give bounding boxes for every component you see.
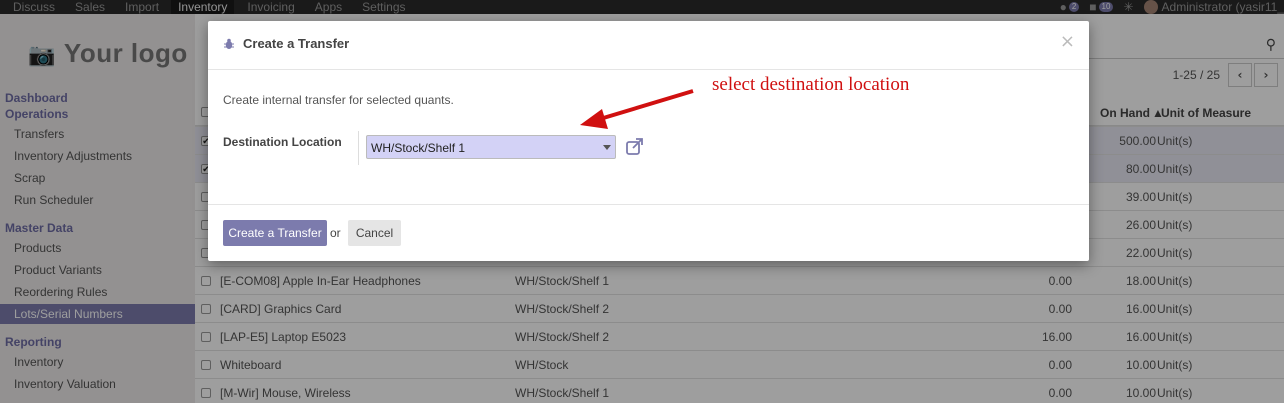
create-transfer-button[interactable]: Create a Transfer	[223, 220, 327, 246]
dialog-header: Create a Transfer ×	[208, 21, 1089, 70]
dialog-footer-divider	[208, 204, 1089, 205]
or-text: or	[330, 226, 341, 240]
destination-location-value: WH/Stock/Shelf 1	[371, 141, 466, 155]
field-divider	[358, 131, 359, 165]
bug-icon	[224, 38, 234, 49]
create-transfer-dialog: Create a Transfer × Create internal tran…	[208, 21, 1089, 261]
annotation-arrow-icon	[580, 89, 694, 129]
dialog-title: Create a Transfer	[243, 36, 350, 51]
destination-location-label: Destination Location	[223, 135, 342, 149]
close-icon[interactable]: ×	[1060, 31, 1075, 52]
annotation-text: select destination location	[712, 74, 910, 95]
cancel-button[interactable]: Cancel	[348, 220, 401, 246]
dialog-description: Create internal transfer for selected qu…	[223, 93, 454, 107]
